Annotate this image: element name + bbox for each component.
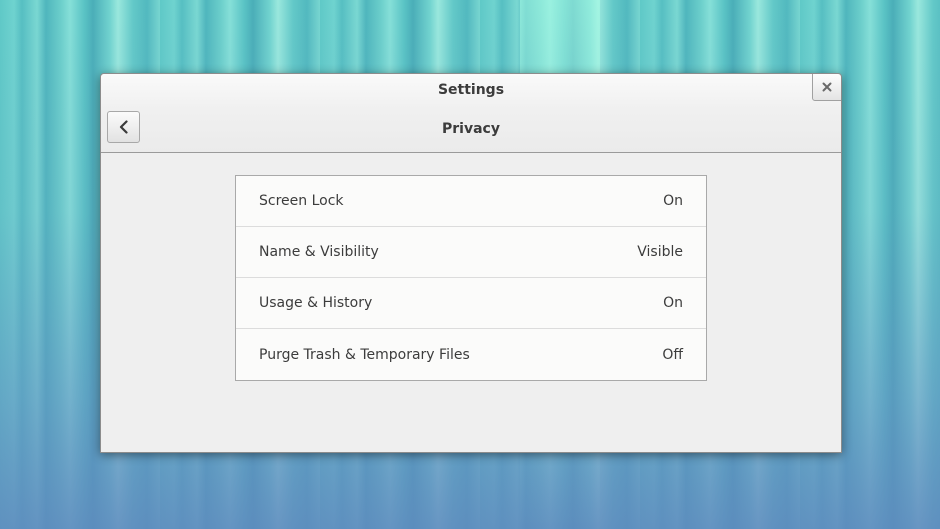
list-item-label: Usage & History bbox=[259, 295, 373, 311]
list-item-name-visibility[interactable]: Name & Visibility Visible bbox=[236, 227, 706, 278]
list-item-purge-trash[interactable]: Purge Trash & Temporary Files Off bbox=[236, 329, 706, 380]
close-button[interactable] bbox=[812, 74, 841, 101]
list-item-label: Purge Trash & Temporary Files bbox=[259, 346, 470, 363]
page-title: Privacy bbox=[442, 121, 500, 137]
list-item-value: Visible bbox=[637, 244, 683, 260]
list-item-value: On bbox=[663, 193, 683, 209]
list-item-label: Name & Visibility bbox=[259, 244, 379, 260]
close-icon bbox=[822, 82, 832, 92]
list-item-label: Screen Lock bbox=[259, 193, 344, 209]
window-title: Settings bbox=[437, 82, 505, 98]
privacy-panel: Screen Lock On Name & Visibility Visible… bbox=[101, 153, 841, 452]
chevron-left-icon bbox=[119, 120, 128, 134]
list-item-value: Off bbox=[662, 346, 683, 363]
header-bar: Settings Privacy bbox=[101, 74, 841, 153]
privacy-list: Screen Lock On Name & Visibility Visible… bbox=[235, 175, 707, 381]
back-button[interactable] bbox=[107, 111, 140, 143]
list-item-screen-lock[interactable]: Screen Lock On bbox=[236, 176, 706, 227]
settings-window: Settings Privacy Screen Lock On Name & V… bbox=[100, 73, 842, 453]
list-item-usage-history[interactable]: Usage & History On bbox=[236, 278, 706, 329]
list-item-value: On bbox=[663, 295, 683, 311]
